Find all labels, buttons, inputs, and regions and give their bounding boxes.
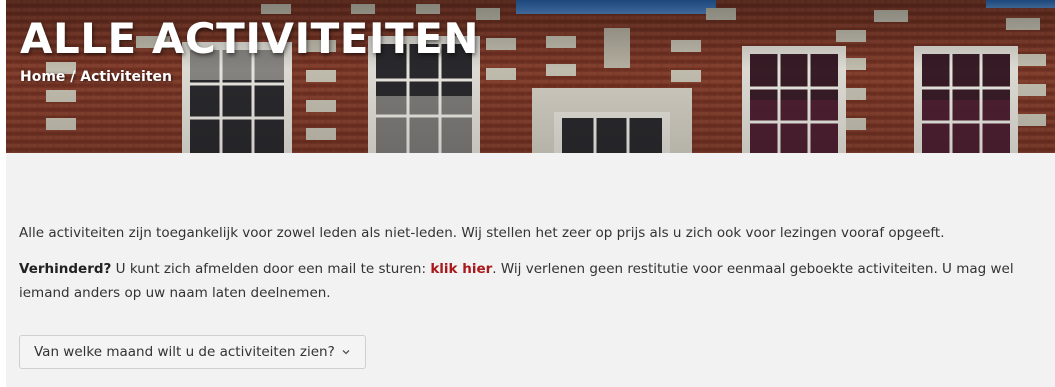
hero-banner: ALLE ACTIVITEITEN Home / Activiteiten bbox=[6, 0, 1055, 153]
intro-text: Alle activiteiten zijn toegankelijk voor… bbox=[19, 225, 945, 241]
breadcrumb: Home / Activiteiten bbox=[20, 68, 172, 86]
chevron-down-icon bbox=[342, 350, 350, 355]
breadcrumb-current: Activiteiten bbox=[80, 69, 172, 85]
unsubscribe-mail-link[interactable]: klik hier bbox=[430, 261, 492, 277]
page: ALLE ACTIVITEITEN Home / Activiteiten Al… bbox=[0, 0, 1055, 387]
main-content: Alle activiteiten zijn toegankelijk voor… bbox=[6, 153, 1055, 387]
cancellation-text: Verhinderd? U kunt zich afmelden door ee… bbox=[19, 257, 1034, 305]
month-filter-label: Van welke maand wilt u de activiteiten z… bbox=[34, 344, 335, 360]
breadcrumb-separator: / bbox=[65, 69, 81, 85]
page-title: ALLE ACTIVITEITEN bbox=[20, 14, 480, 63]
cancellation-label: Verhinderd? bbox=[19, 261, 112, 277]
month-filter-dropdown[interactable]: Van welke maand wilt u de activiteiten z… bbox=[19, 335, 366, 369]
cancellation-text-before: U kunt zich afmelden door een mail te st… bbox=[111, 261, 431, 277]
breadcrumb-home-link[interactable]: Home bbox=[20, 69, 65, 85]
